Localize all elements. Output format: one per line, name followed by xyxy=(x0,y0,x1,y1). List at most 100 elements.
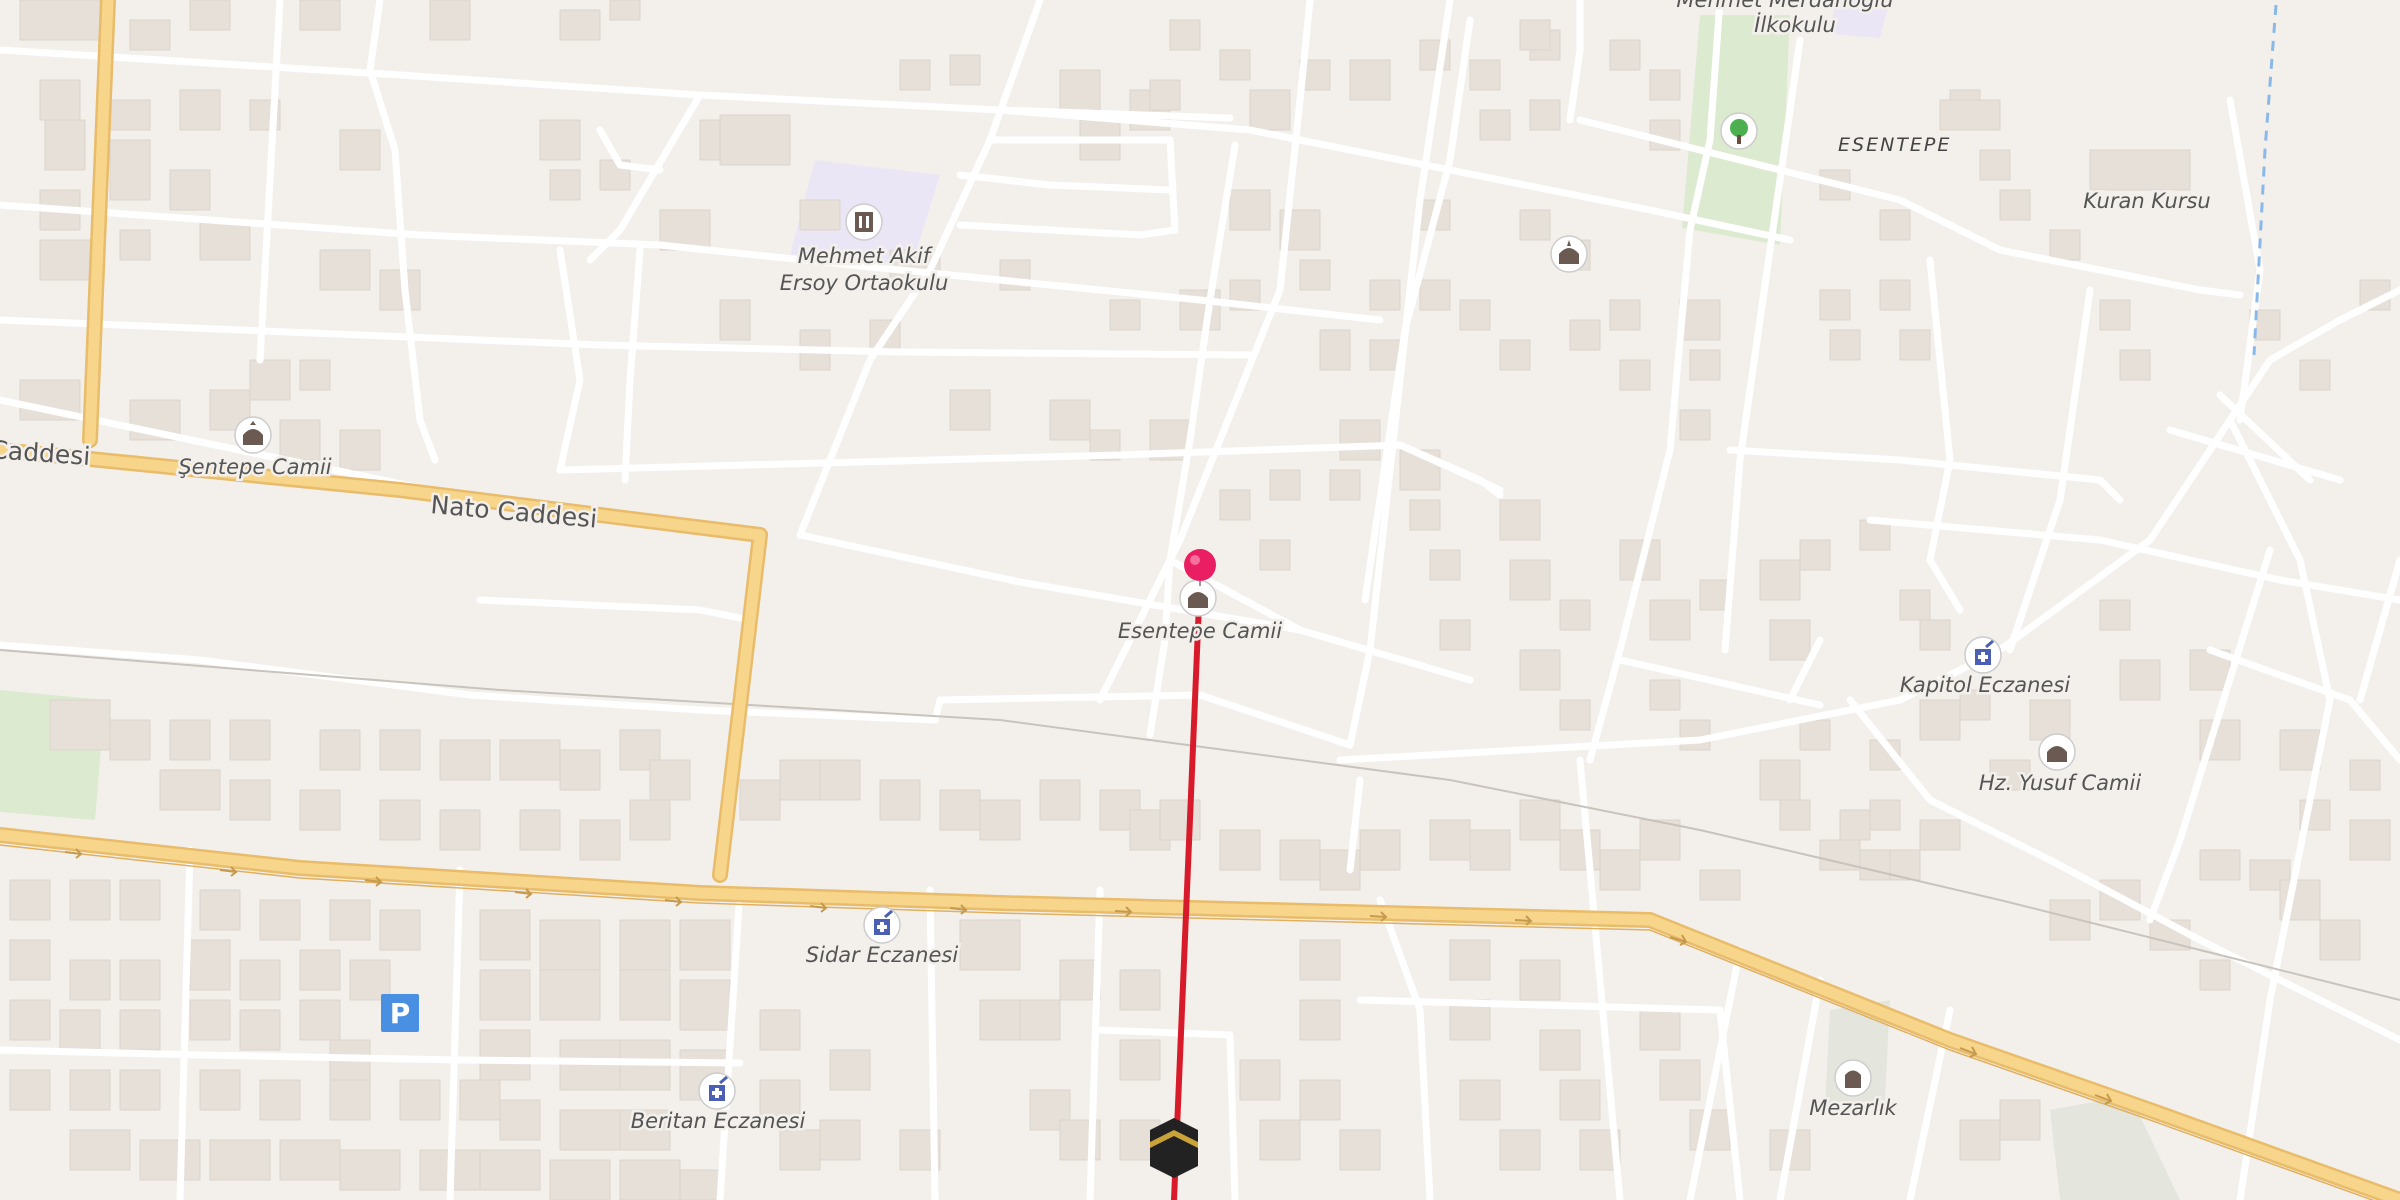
building xyxy=(1879,209,1911,241)
building xyxy=(2049,229,2081,261)
building xyxy=(1299,1079,1341,1121)
building xyxy=(379,799,421,841)
cemetery-icon[interactable] xyxy=(1834,1059,1872,1097)
mosque-icon[interactable] xyxy=(1550,235,1588,273)
building xyxy=(939,789,981,831)
building xyxy=(1319,329,1351,371)
pharmacy-icon[interactable] xyxy=(863,906,901,944)
building xyxy=(1639,819,1681,861)
park-icon[interactable] xyxy=(1720,112,1758,150)
building xyxy=(1219,829,1261,871)
pharmacy-icon[interactable] xyxy=(1964,636,2002,674)
school-icon[interactable] xyxy=(845,203,883,241)
building xyxy=(339,129,381,171)
building xyxy=(69,1129,131,1171)
building xyxy=(119,1069,161,1111)
building xyxy=(1499,1129,1541,1171)
building xyxy=(559,9,601,41)
building xyxy=(139,1139,201,1181)
building xyxy=(329,1079,371,1121)
building xyxy=(1519,649,1561,691)
mosque-icon[interactable] xyxy=(1179,579,1217,617)
building xyxy=(1829,329,1861,361)
building xyxy=(229,719,271,761)
poi-label: Mezarlık xyxy=(1809,1096,1897,1120)
building xyxy=(779,759,821,801)
building xyxy=(1299,999,1341,1041)
building xyxy=(1059,69,1101,111)
building xyxy=(1649,69,1681,101)
mosque-icon[interactable] xyxy=(234,416,272,454)
building xyxy=(1539,1029,1581,1071)
building xyxy=(649,759,691,801)
building xyxy=(1639,1009,1681,1051)
building xyxy=(1469,59,1501,91)
svg-text:P: P xyxy=(390,997,411,1030)
building xyxy=(779,1129,821,1171)
building xyxy=(189,939,231,991)
building xyxy=(1999,189,2031,221)
building xyxy=(549,1159,611,1200)
building xyxy=(559,749,601,791)
building xyxy=(2119,349,2151,381)
building xyxy=(1039,779,1081,821)
building xyxy=(1369,279,1401,311)
building xyxy=(2119,659,2161,701)
building xyxy=(229,779,271,821)
building xyxy=(299,789,341,831)
building xyxy=(279,419,321,461)
building xyxy=(1619,359,1651,391)
building xyxy=(1979,149,2011,181)
parking-icon[interactable]: P xyxy=(381,994,419,1032)
building xyxy=(239,959,281,1001)
building xyxy=(1469,829,1511,871)
building xyxy=(1799,539,1831,571)
building xyxy=(9,999,51,1041)
building xyxy=(1349,59,1391,101)
building xyxy=(1519,959,1561,1001)
building xyxy=(1219,49,1251,81)
building xyxy=(539,969,601,1021)
building xyxy=(519,809,561,851)
building xyxy=(1459,1079,1501,1121)
building xyxy=(1339,419,1381,461)
building xyxy=(1439,619,1471,651)
building xyxy=(1999,1099,2041,1141)
building xyxy=(2349,819,2391,861)
building xyxy=(1449,939,1491,981)
building xyxy=(299,0,341,31)
building xyxy=(119,229,151,261)
building xyxy=(259,1079,301,1121)
building xyxy=(719,114,791,166)
building xyxy=(1759,759,1801,801)
building xyxy=(1759,559,1801,601)
building xyxy=(629,799,671,841)
building xyxy=(2029,699,2071,741)
building xyxy=(1859,849,1891,881)
mosque-icon[interactable] xyxy=(2038,733,2076,771)
building xyxy=(1879,279,1911,311)
building xyxy=(1479,109,1511,141)
building xyxy=(109,719,151,761)
building xyxy=(1329,469,1361,501)
building xyxy=(2099,599,2131,631)
building xyxy=(39,79,81,121)
building xyxy=(1819,289,1851,321)
building xyxy=(1779,799,1811,831)
building xyxy=(959,919,1021,971)
kaaba-icon[interactable] xyxy=(1150,1118,1198,1178)
building xyxy=(319,729,361,771)
building xyxy=(479,1029,531,1081)
map-canvas[interactable]: Nato Caddesi Caddesi ESENTEPE P Mehmet A… xyxy=(0,0,2400,1200)
pharmacy-icon[interactable] xyxy=(698,1072,736,1110)
building xyxy=(1919,619,1951,651)
building xyxy=(44,119,86,171)
building xyxy=(239,1009,281,1051)
building xyxy=(1509,559,1551,601)
poi-label: Sidar Eczanesi xyxy=(806,943,959,967)
building xyxy=(9,939,51,981)
building xyxy=(1429,549,1461,581)
building xyxy=(1569,319,1601,351)
building xyxy=(1249,89,1291,131)
building xyxy=(579,819,621,861)
